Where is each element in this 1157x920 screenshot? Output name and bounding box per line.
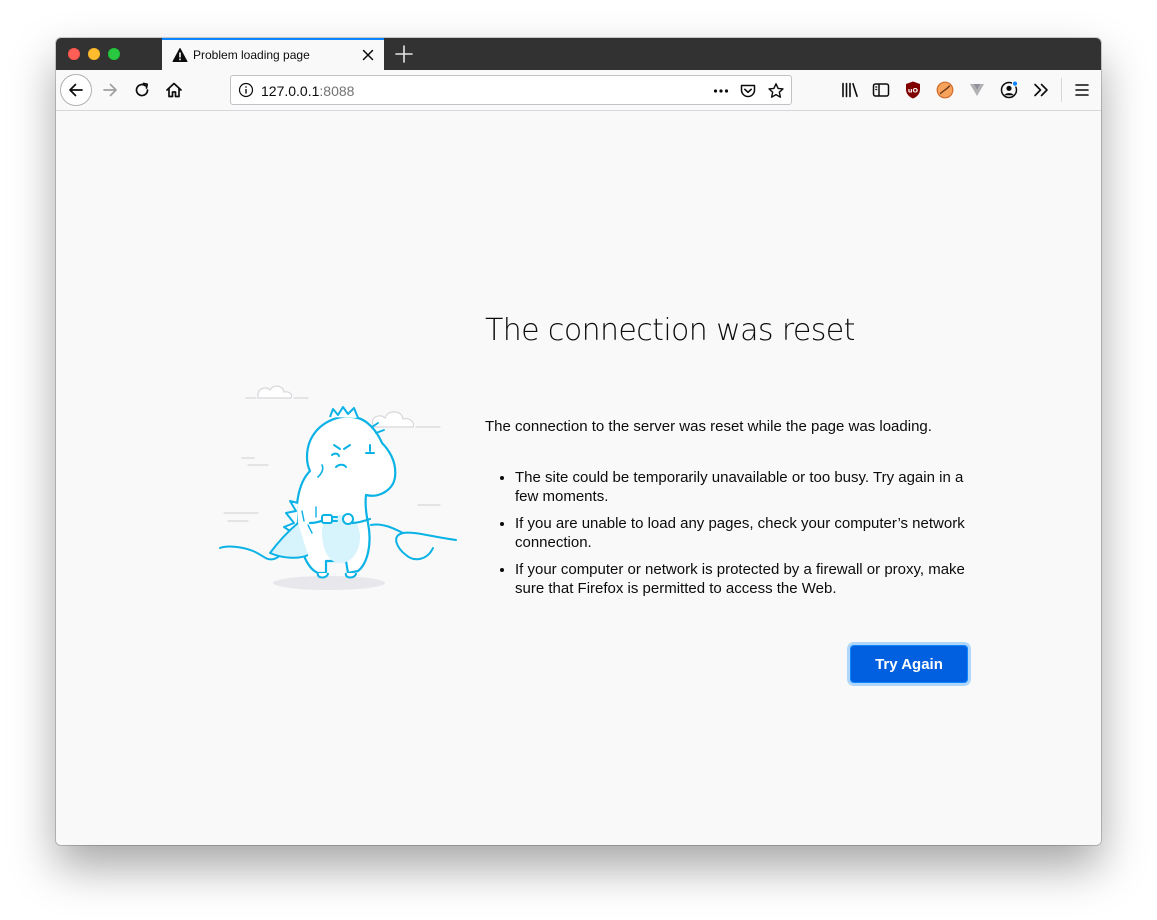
tab-title: Problem loading page (193, 48, 310, 62)
arrow-right-icon (103, 83, 117, 97)
hamburger-menu-icon[interactable] (1072, 80, 1092, 100)
account-icon[interactable] (999, 80, 1019, 100)
window-minimize-button[interactable] (88, 48, 100, 60)
tab-problem-loading-page[interactable]: Problem loading page (162, 38, 384, 70)
reload-button[interactable] (128, 76, 156, 104)
overflow-chevron-icon[interactable] (1031, 80, 1051, 100)
tab-strip: Problem loading page (56, 38, 1101, 70)
reload-icon (135, 82, 149, 97)
extension-triangle-icon[interactable] (967, 80, 987, 100)
error-page: The connection was reset The connection … (56, 111, 1101, 845)
svg-text:uO: uO (908, 87, 919, 95)
library-icon[interactable] (840, 80, 860, 100)
close-icon[interactable] (360, 47, 376, 63)
toolbar-separator (1061, 78, 1062, 102)
url-port: :8088 (319, 83, 355, 99)
page-actions-icon[interactable] (712, 82, 730, 100)
url-host: 127.0.0.1 (261, 83, 320, 99)
pocket-icon[interactable] (739, 82, 757, 100)
bookmark-star-icon[interactable] (767, 82, 785, 100)
home-icon (166, 82, 182, 98)
info-icon[interactable] (238, 82, 254, 98)
url-bar[interactable]: 127.0.0.1:8088 (230, 75, 792, 105)
home-button[interactable] (160, 76, 188, 104)
window-close-button[interactable] (68, 48, 80, 60)
suggestion-list: The site could be temporarily unavailabl… (485, 468, 985, 606)
page-title: The connection was reset (485, 313, 855, 348)
ublock-origin-icon[interactable]: uO (903, 80, 923, 100)
new-tab-icon[interactable] (394, 44, 414, 64)
extension-orange-globe-icon[interactable] (935, 80, 955, 100)
try-again-button[interactable]: Try Again (851, 646, 967, 682)
back-button[interactable] (60, 74, 92, 106)
sidebar-icon[interactable] (871, 80, 891, 100)
list-item: If you are unable to load any pages, che… (515, 514, 985, 552)
list-item: The site could be temporarily unavailabl… (515, 468, 985, 506)
list-item: If your computer or network is protected… (515, 560, 985, 598)
arrow-left-icon (69, 83, 83, 97)
forward-button[interactable] (96, 76, 124, 104)
warning-icon (172, 48, 188, 62)
error-description: The connection to the server was reset w… (485, 418, 932, 435)
unplugged-dinosaur-illustration (219, 385, 457, 590)
navigation-toolbar: 127.0.0.1:8088 uO (56, 70, 1101, 111)
browser-window: Problem loading page 127.0.0.1:8088 uO T… (56, 38, 1101, 845)
url-text[interactable]: 127.0.0.1:8088 (261, 83, 354, 99)
window-maximize-button[interactable] (108, 48, 120, 60)
